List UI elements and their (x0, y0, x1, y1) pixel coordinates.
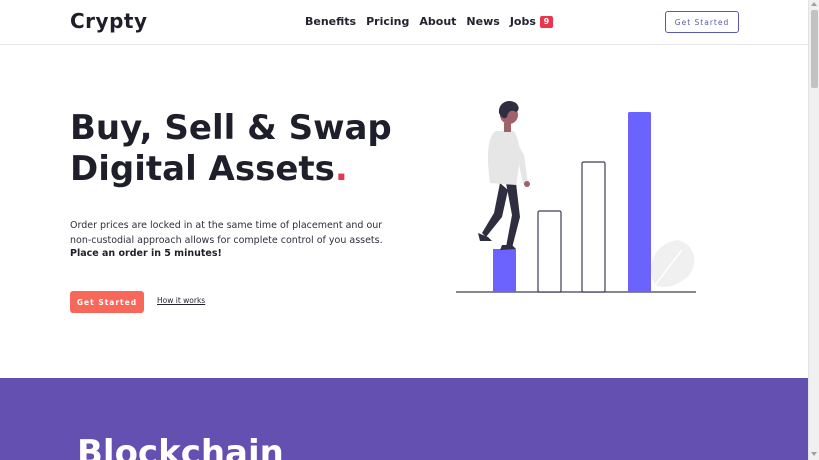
page: Crypty Benefits Pricing About News Jobs … (0, 0, 808, 460)
nav-label: News (466, 15, 500, 28)
growth-illustration (456, 101, 696, 293)
site-header: Crypty Benefits Pricing About News Jobs … (0, 0, 808, 45)
nav-about[interactable]: About (419, 15, 456, 28)
nav-pricing[interactable]: Pricing (366, 15, 409, 28)
header-get-started-button[interactable]: Get Started (665, 11, 739, 33)
blockchain-section: Blockchain (0, 378, 808, 460)
scroll-down-arrow-icon[interactable] (811, 452, 817, 456)
nav-label: Pricing (366, 15, 410, 28)
nav-news[interactable]: News (466, 15, 499, 28)
nav-label: Benefits (305, 15, 357, 28)
hero-description: Order prices are locked in at the same t… (70, 220, 383, 246)
bar-2 (537, 210, 562, 293)
section-title: Blockchain (77, 433, 284, 460)
nav-benefits[interactable]: Benefits (305, 15, 356, 28)
scroll-thumb[interactable] (811, 10, 818, 88)
scroll-up-arrow-icon[interactable] (811, 2, 817, 6)
bar-4 (628, 112, 651, 292)
how-it-works-link[interactable]: How it works (157, 296, 205, 305)
leaf-icon (651, 240, 695, 287)
hero-title-line-1: Buy, Sell & Swap (70, 108, 392, 148)
person-figure (478, 101, 530, 250)
hero-highlight: Place an order in 5 minutes! (70, 248, 222, 259)
page-scrollbar[interactable] (808, 0, 819, 460)
nav-label: Jobs (509, 15, 536, 28)
bar-1 (493, 249, 516, 292)
hero-title: Buy, Sell & Swap Digital Assets. (70, 108, 430, 190)
logo[interactable]: Crypty (70, 9, 148, 33)
jobs-count-badge: 9 (539, 15, 553, 28)
hero-title-line-2: Digital Assets (70, 149, 335, 189)
nav-label: About (419, 15, 457, 28)
main-nav: Benefits Pricing About News Jobs 9 (305, 15, 553, 28)
nav-jobs[interactable]: Jobs 9 (510, 15, 553, 28)
title-accent-dot: . (334, 149, 348, 189)
bar-3 (581, 161, 606, 293)
hero-get-started-button[interactable]: Get Started (70, 291, 144, 313)
